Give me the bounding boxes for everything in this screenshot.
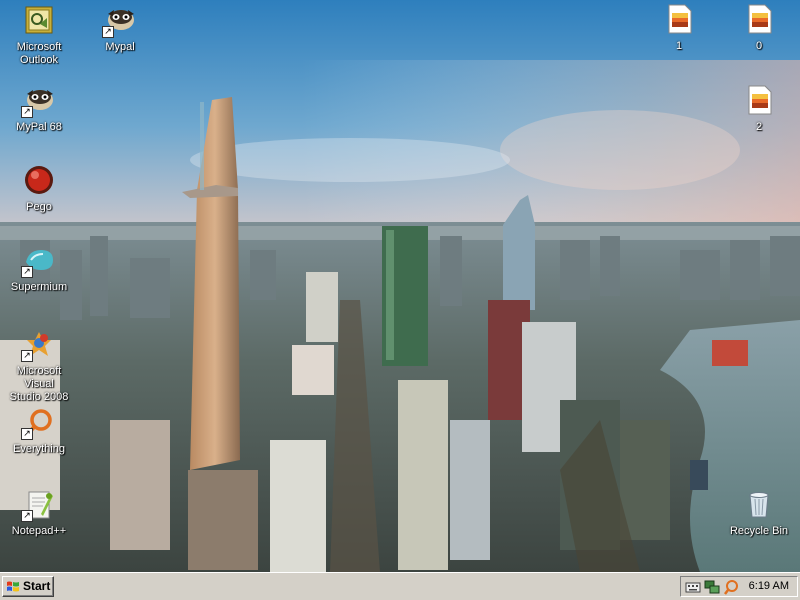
desktop-icon-microsoft-outlook[interactable]: Microsoft Outlook <box>1 4 77 67</box>
desktop-icon-label: Mypal <box>105 41 135 53</box>
city-skyline-image <box>0 0 800 572</box>
desktop-icon-visual-studio-2008[interactable]: ↗ Microsoft Visual Studio 2008 <box>1 328 77 404</box>
desktop-icon-label: Recycle Bin <box>729 525 789 537</box>
recycle-bin-icon <box>743 488 775 520</box>
desktop-icon-file-1[interactable]: 1 <box>641 3 717 53</box>
mypal-icon: ↗ <box>102 4 136 38</box>
windows-logo-icon <box>6 580 20 593</box>
start-label: Start <box>23 579 51 593</box>
shortcut-arrow-icon: ↗ <box>21 350 33 362</box>
visual-studio-icon: ↗ <box>21 328 55 362</box>
clock[interactable]: 6:19 AM <box>749 579 789 594</box>
taskbar: Start 6:19 AM <box>0 572 800 600</box>
desktop-icon-notepad-plus-plus[interactable]: ↗ Notepad++ <box>1 488 77 538</box>
shortcut-arrow-icon: ↗ <box>102 26 114 38</box>
desktop-icon-label: Microsoft Visual Studio 2008 <box>9 365 69 403</box>
notepad-plus-plus-icon: ↗ <box>21 488 55 522</box>
desktop-icon-label: Microsoft Outlook <box>16 41 62 66</box>
supermium-icon: ↗ <box>21 244 55 278</box>
system-tray: 6:19 AM <box>680 576 798 597</box>
desktop-icon-label: 2 <box>755 121 763 133</box>
desktop-icon-file-2[interactable]: 2 <box>721 84 797 134</box>
shortcut-arrow-icon: ↗ <box>21 266 33 278</box>
start-button[interactable]: Start <box>2 576 54 597</box>
desktop-icon-file-0[interactable]: 0 <box>721 3 797 53</box>
image-file-icon <box>743 3 775 35</box>
everything-tray-icon[interactable] <box>723 579 739 595</box>
shortcut-arrow-icon: ↗ <box>21 428 33 440</box>
desktop-icon-everything[interactable]: ↗ Everything <box>1 406 77 456</box>
desktop-icon-recycle-bin[interactable]: Recycle Bin <box>721 488 797 538</box>
outlook-icon <box>23 4 55 36</box>
desktop-icon-label: Everything <box>13 443 65 455</box>
shortcut-arrow-icon: ↗ <box>21 510 33 522</box>
shortcut-arrow-icon: ↗ <box>21 106 33 118</box>
desktop-icon-mypal[interactable]: ↗ Mypal <box>82 4 158 54</box>
desktop-icon-pego[interactable]: Pego <box>1 164 77 214</box>
desktop-icon-label: Supermium <box>10 281 68 293</box>
desktop-icon-label: MyPal 68 <box>16 121 62 133</box>
desktop-icon-label: Pego <box>26 201 52 213</box>
network-icon[interactable] <box>704 579 720 595</box>
keyboard-icon[interactable] <box>685 579 701 595</box>
image-file-icon <box>663 3 695 35</box>
mypal-icon: ↗ <box>21 84 55 118</box>
desktop-icon-label: Notepad++ <box>11 525 67 537</box>
desktop-icon-mypal-68[interactable]: ↗ MyPal 68 <box>1 84 77 134</box>
everything-icon: ↗ <box>21 406 55 440</box>
image-file-icon <box>743 84 775 116</box>
desktop-wallpaper <box>0 0 800 572</box>
desktop-icon-supermium[interactable]: ↗ Supermium <box>1 244 77 294</box>
desktop-icon-label: 1 <box>675 40 683 52</box>
pego-icon <box>23 164 55 196</box>
desktop-icon-label: 0 <box>755 40 763 52</box>
